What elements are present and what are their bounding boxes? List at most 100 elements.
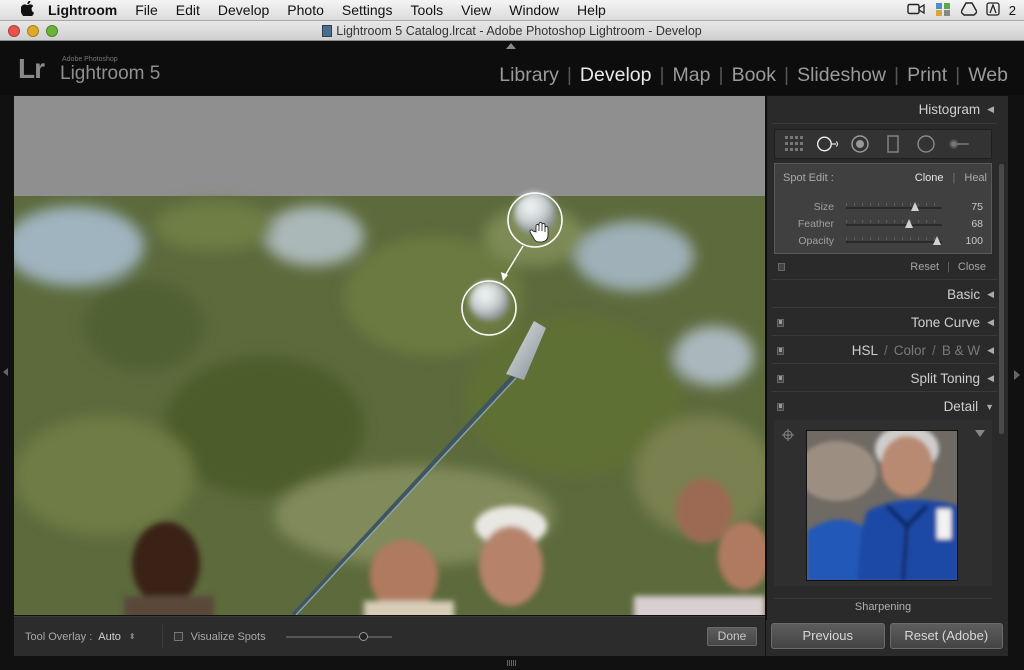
panel-switch-icon[interactable] <box>777 347 784 355</box>
close-button[interactable]: Close <box>958 261 986 273</box>
slider-ticks <box>846 237 942 240</box>
module-library[interactable]: Library <box>495 64 563 87</box>
panel-divider <box>772 391 997 392</box>
module-web[interactable]: Web <box>964 64 1012 87</box>
spot-edit-label: Spot Edit : <box>783 172 834 184</box>
size-slider[interactable]: Size 75 <box>783 200 987 214</box>
panel-scrollbar[interactable] <box>999 164 1004 434</box>
slider-track <box>846 241 942 243</box>
crop-overlay-icon[interactable] <box>783 133 805 155</box>
window-title: Lightroom 5 Catalog.lrcat - Adobe Photos… <box>336 24 702 38</box>
hsl-panel-header[interactable]: HSL / Color / B & W ◀ <box>772 337 997 364</box>
menu-photo[interactable]: Photo <box>278 0 333 21</box>
photo-canvas[interactable] <box>14 96 765 615</box>
status-number: 2 <box>1008 2 1016 18</box>
module-map[interactable]: Map <box>669 64 715 87</box>
previous-button[interactable]: Previous <box>771 623 885 649</box>
drive-icon[interactable] <box>959 1 978 19</box>
reset-separator: | <box>947 261 950 273</box>
opacity-value[interactable]: 100 <box>965 235 983 247</box>
feather-slider[interactable]: Feather 68 <box>783 217 987 231</box>
module-slideshow[interactable]: Slideshow <box>793 64 890 87</box>
size-value[interactable]: 75 <box>971 201 983 213</box>
panel-switch-icon[interactable] <box>778 263 785 271</box>
menu-app-name[interactable]: Lightroom <box>38 0 126 21</box>
right-panel-edge[interactable] <box>1008 96 1024 656</box>
menu-file[interactable]: File <box>126 0 167 21</box>
menu-develop[interactable]: Develop <box>209 0 278 21</box>
collapse-triangle-icon: ◀ <box>987 345 994 355</box>
reset-adobe-button[interactable]: Reset (Adobe) <box>889 623 1003 649</box>
window-title-bar: Lightroom 5 Catalog.lrcat - Adobe Photos… <box>0 21 1024 41</box>
menu-view[interactable]: View <box>452 0 500 21</box>
heal-mode-button[interactable]: Heal <box>964 172 987 184</box>
radial-filter-icon[interactable] <box>915 133 937 155</box>
left-panel-toggle[interactable] <box>0 96 14 616</box>
basic-panel-header[interactable]: Basic ◀ <box>772 281 997 308</box>
menu-help[interactable]: Help <box>568 0 615 21</box>
camera-icon[interactable] <box>907 3 925 18</box>
module-picker: Library | Develop | Map | Book | Slidesh… <box>495 64 1012 87</box>
panel-switch-icon[interactable] <box>777 375 784 383</box>
hsl-tab[interactable]: HSL <box>852 343 878 358</box>
panel-divider <box>772 307 997 308</box>
collapse-top-panel-icon[interactable] <box>506 43 516 49</box>
color-tab[interactable]: Color <box>894 343 926 358</box>
zoom-window-icon[interactable] <box>46 25 58 37</box>
filmstrip-grip-icon[interactable] <box>507 660 517 666</box>
apple-icon[interactable] <box>16 0 38 20</box>
feather-slider-knob[interactable] <box>905 219 914 228</box>
spot-reset-row: Reset | Close <box>774 257 992 277</box>
visualize-spots-label: Visualize Spots <box>190 630 266 643</box>
histogram-label: Histogram <box>918 102 981 117</box>
visualize-spots-checkbox[interactable] <box>173 632 183 641</box>
tool-overlay-select[interactable]: Auto <box>98 631 121 643</box>
slider-thumb[interactable] <box>359 631 369 641</box>
toolbar-divider <box>161 624 163 649</box>
split-toning-panel-header[interactable]: Split Toning ◀ <box>772 365 997 392</box>
close-window-icon[interactable] <box>8 25 20 37</box>
menu-window[interactable]: Window <box>500 0 568 21</box>
size-slider-knob[interactable] <box>911 202 920 211</box>
target-adjust-icon[interactable] <box>782 428 794 441</box>
bw-tab[interactable]: B & W <box>942 343 980 358</box>
tone-curve-panel-header[interactable]: Tone Curve ◀ <box>772 309 997 336</box>
panel-switch-icon[interactable] <box>777 319 784 327</box>
select-arrows-icon[interactable]: ⬍ <box>129 632 136 641</box>
histogram-header[interactable]: Histogram ◀ <box>772 96 997 123</box>
opacity-slider-knob[interactable] <box>933 236 942 245</box>
menu-settings[interactable]: Settings <box>333 0 402 21</box>
preview-menu-icon[interactable] <box>975 430 985 437</box>
panel-divider <box>772 279 997 280</box>
adobe-icon[interactable] <box>986 1 1000 19</box>
module-header: Lr Adobe Photoshop Lightroom 5 Library |… <box>0 41 1024 95</box>
spot-removal-icon[interactable] <box>816 133 838 155</box>
done-button[interactable]: Done <box>707 627 757 646</box>
clone-mode-button[interactable]: Clone <box>915 172 944 184</box>
slider-track <box>846 224 942 226</box>
graduated-filter-icon[interactable] <box>882 133 904 155</box>
menu-tools[interactable]: Tools <box>401 0 452 21</box>
panel-switch-icon[interactable] <box>777 403 784 411</box>
sharpening-label[interactable]: Sharpening <box>774 598 992 614</box>
module-separator: | <box>566 64 572 86</box>
feather-value[interactable]: 68 <box>971 218 983 230</box>
sync-icon[interactable] <box>934 1 952 20</box>
split-toning-label: Split Toning <box>910 371 981 386</box>
module-print[interactable]: Print <box>903 64 951 87</box>
detail-panel-header[interactable]: Detail ▼ <box>772 393 997 420</box>
mode-separator: | <box>952 172 956 184</box>
reset-button[interactable]: Reset <box>910 261 939 273</box>
detail-preview-image[interactable] <box>806 430 958 581</box>
visualize-threshold-slider[interactable] <box>285 631 392 642</box>
photo-image[interactable] <box>14 96 765 615</box>
module-develop[interactable]: Develop <box>576 64 656 87</box>
filmstrip-edge <box>0 656 1024 670</box>
menu-edit[interactable]: Edit <box>167 0 209 21</box>
tab-separator: / <box>884 343 888 358</box>
adjustment-brush-icon[interactable] <box>948 133 970 155</box>
opacity-slider[interactable]: Opacity 100 <box>783 234 987 248</box>
module-book[interactable]: Book <box>728 64 780 87</box>
red-eye-icon[interactable] <box>849 133 871 155</box>
minimize-window-icon[interactable] <box>27 25 39 37</box>
